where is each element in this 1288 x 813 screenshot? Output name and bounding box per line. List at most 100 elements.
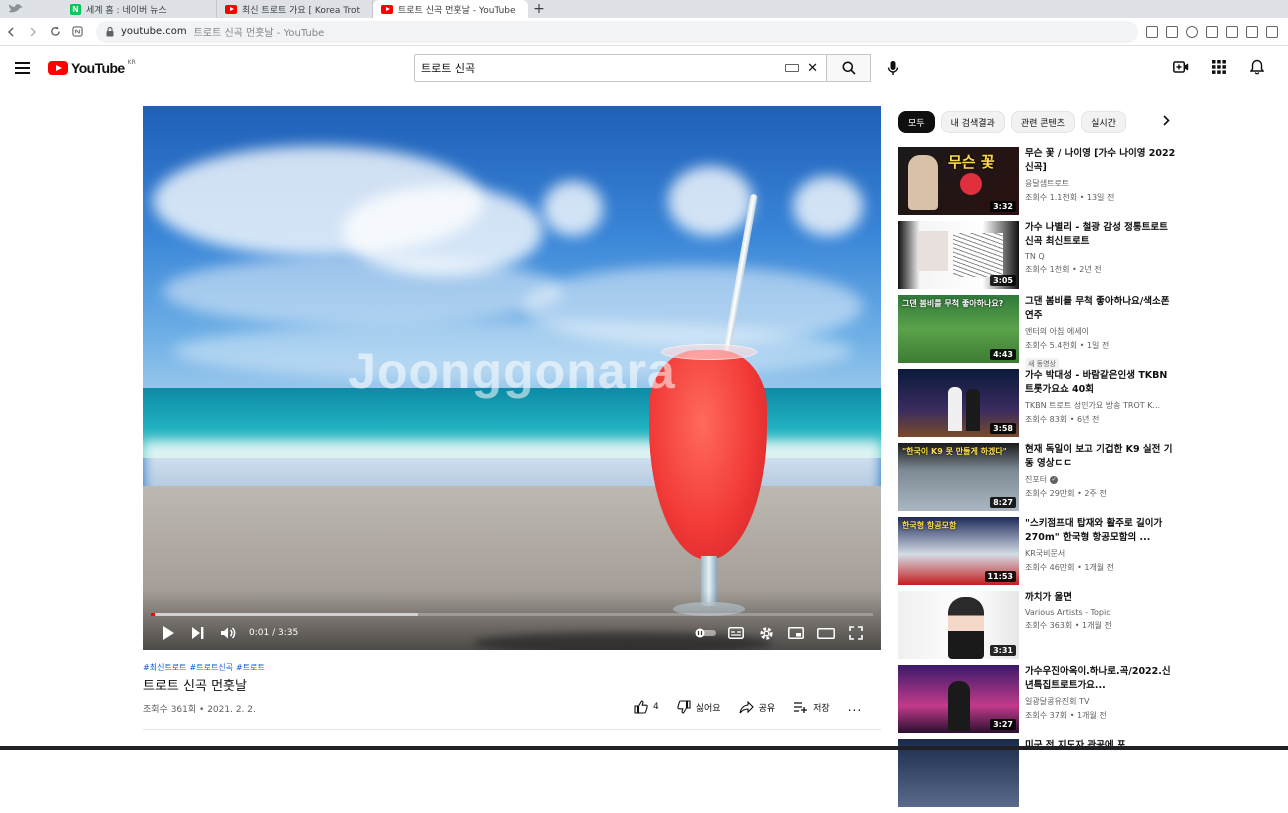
recommendation-item[interactable]: 한국형 항공모함 11:53 "스키점프대 탑재와 활주로 길이가 270m" …: [898, 517, 1178, 591]
create-video-button[interactable]: [1172, 58, 1190, 76]
recommendation-stats: 조회수 83회 • 6년 전: [1025, 415, 1100, 424]
video-thumbnail[interactable]: 한국형 항공모함 11:53: [898, 517, 1019, 585]
dislike-label: 싫어요: [695, 703, 721, 714]
next-button[interactable]: [183, 618, 213, 648]
video-title: 트로트 신곡 먼훗날: [143, 679, 247, 694]
recommendation-channel[interactable]: 진포터 ✓: [1025, 474, 1178, 485]
recommendation-title[interactable]: 현재 독일이 보고 기겁한 K9 실전 기동 영상ㄷㄷ: [1025, 443, 1178, 471]
search-input[interactable]: [421, 61, 786, 75]
browser-tab-bar: N 세계 홈 : 네이버 뉴스 최신 트로트 가요 [ Korea Trot 트…: [0, 0, 1288, 18]
video-thumbnail[interactable]: 그댄 봄비를 무척 좋아하나요? 4:43: [898, 295, 1019, 363]
recommendation-item[interactable]: 그댄 봄비를 무척 좋아하나요? 4:43 그댄 봄비를 무척 좋아하나요/색소…: [898, 295, 1178, 369]
recommendation-item[interactable]: 3:58 가수 박대성 - 바람같은인생 TKBN 트롯가요쇼 40회 TKBN…: [898, 369, 1178, 443]
extensions-icon[interactable]: [1206, 25, 1218, 38]
recommendation-title[interactable]: 무슨 꽃 / 나이영 [가수 나이영 2022 신곡]: [1025, 147, 1178, 175]
recommendation-channel[interactable]: KR국비문서: [1025, 548, 1178, 559]
download-icon[interactable]: [1246, 25, 1258, 38]
bell-icon: [1250, 59, 1264, 75]
browser-tab-korea-trot[interactable]: 최신 트로트 가요 [ Korea Trot: [217, 0, 373, 18]
settings-button[interactable]: [751, 618, 781, 648]
video-player[interactable]: Joonggonara 0:01 / 3:35: [143, 106, 881, 650]
like-button[interactable]: 4: [634, 700, 659, 714]
fullscreen-button[interactable]: [841, 618, 871, 648]
video-frame: Joonggonara: [143, 106, 881, 650]
recommendation-item[interactable]: 미군 전 지도자 관공에 포: [898, 739, 1178, 813]
verified-check-icon: ✓: [1050, 475, 1059, 484]
save-button[interactable]: 저장: [793, 701, 830, 714]
bookmark-star-icon[interactable]: [1186, 25, 1198, 38]
clear-search-icon[interactable]: ✕: [807, 61, 818, 76]
youtube-logo[interactable]: YouTube KR: [48, 59, 136, 76]
recommendation-title[interactable]: 가수 박대성 - 바람같은인생 TKBN 트롯가요쇼 40회: [1025, 369, 1178, 397]
theater-mode-button[interactable]: [811, 618, 841, 648]
volume-button[interactable]: [213, 618, 243, 648]
duration-badge: 3:31: [990, 645, 1016, 656]
back-button[interactable]: [0, 21, 22, 43]
recommendation-item[interactable]: 3:27 가수우진아옥이.하나로.곡/2022.신년특집트로트가요... 일광달…: [898, 665, 1178, 739]
recommendation-channel[interactable]: Various Artists - Topic: [1025, 608, 1178, 617]
recommendation-channel[interactable]: 앤터의 아침 에세이: [1025, 326, 1178, 337]
chip-my-search-results[interactable]: 내 검색결과: [940, 111, 1005, 133]
browser-tab-active[interactable]: 트로트 신곡 먼훗날 - YouTube: [373, 0, 528, 18]
bird-icon: [9, 4, 23, 13]
chip-live[interactable]: 실시간: [1081, 111, 1126, 133]
view-count-date: 조회수 361회 • 2021. 2. 2.: [143, 705, 256, 715]
play-button[interactable]: [153, 618, 183, 648]
recommendation-title[interactable]: 까치가 울면: [1025, 591, 1178, 605]
recommendation-channel[interactable]: 응달샘트로트: [1025, 178, 1178, 189]
naver-whale-button[interactable]: [66, 21, 88, 43]
recommendation-channel[interactable]: TN Q: [1025, 252, 1178, 261]
dislike-button[interactable]: 싫어요: [677, 700, 721, 714]
chips-next-button[interactable]: [1162, 114, 1170, 130]
chip-related[interactable]: 관련 콘텐츠: [1010, 111, 1076, 133]
autoplay-toggle[interactable]: [691, 618, 721, 648]
video-thumbnail[interactable]: 무슨 꽃 3:32: [898, 147, 1019, 215]
video-thumbnail[interactable]: 3:05: [898, 221, 1019, 289]
recommendation-channel[interactable]: 일광달콩유진회 TV: [1025, 696, 1178, 707]
skip-next-icon: [192, 627, 204, 639]
new-video-badge: 새 동영상: [1025, 358, 1059, 369]
duration-badge: 11:53: [984, 571, 1016, 582]
microphone-icon: [887, 61, 899, 75]
video-thumbnail[interactable]: 3:58: [898, 369, 1019, 437]
recommendation-stats: 조회수 29만회 • 2주 전: [1025, 489, 1107, 498]
share-page-icon[interactable]: [1226, 25, 1238, 38]
more-actions-button[interactable]: ...: [848, 700, 862, 714]
hashtag-link[interactable]: #트로트신곡: [190, 662, 234, 673]
recommendation-title[interactable]: "스키점프대 탑재와 활주로 길이가 270m" 한국형 항공모함의 ...: [1025, 517, 1178, 545]
miniplayer-button[interactable]: [781, 618, 811, 648]
hashtag-link[interactable]: #최신트로트: [143, 662, 187, 673]
apps-button[interactable]: [1210, 58, 1228, 76]
keyboard-icon[interactable]: [785, 64, 800, 72]
share-button[interactable]: 공유: [739, 700, 775, 714]
recommendation-channel[interactable]: TKBN 트로트 성인가요 방송 TROT K...: [1025, 400, 1178, 411]
youtube-logo-text: YouTube: [71, 60, 125, 76]
recommendation-title[interactable]: 그댄 봄비를 무척 좋아하나요/색소폰연주: [1025, 295, 1178, 323]
new-tab-button[interactable]: +: [528, 0, 550, 18]
recommendation-title[interactable]: 가수우진아옥이.하나로.곡/2022.신년특집트로트가요...: [1025, 665, 1178, 693]
translate-icon[interactable]: [1166, 25, 1178, 38]
browser-menu-icon[interactable]: [1266, 25, 1278, 38]
tab-capture-icon[interactable]: [1146, 25, 1158, 38]
hashtag-link[interactable]: #트로트: [236, 662, 265, 673]
voice-search-button[interactable]: [881, 56, 905, 80]
share-arrow-icon: [739, 700, 754, 713]
browser-tab-naver[interactable]: N 세계 홈 : 네이버 뉴스: [62, 0, 217, 18]
reload-button[interactable]: [44, 21, 66, 43]
subtitles-button[interactable]: [721, 618, 751, 648]
recommendation-item[interactable]: "한국이 K9 못 만들게 하겠다" 8:27 현재 독일이 보고 기겁한 K9…: [898, 443, 1178, 517]
video-thumbnail[interactable]: 3:27: [898, 665, 1019, 733]
notifications-button[interactable]: [1248, 58, 1266, 76]
guide-menu-icon[interactable]: [15, 62, 30, 74]
recommendation-title[interactable]: 가수 나별리 - 철광 감성 정통트로트 신곡 최신트로트: [1025, 221, 1178, 249]
recommendation-stats: 조회수 363회 • 1개월 전: [1025, 621, 1112, 630]
recommendation-item[interactable]: 3:05 가수 나별리 - 철광 감성 정통트로트 신곡 최신트로트 TN Q …: [898, 221, 1178, 295]
video-thumbnail[interactable]: 3:31: [898, 591, 1019, 659]
omnibox[interactable]: youtube.com 트로트 신곡 먼훗날 - YouTube: [96, 20, 1138, 43]
forward-button[interactable]: [22, 21, 44, 43]
recommendation-item[interactable]: 3:31 까치가 울면 Various Artists - Topic 조회수 …: [898, 591, 1178, 665]
search-button[interactable]: [827, 54, 871, 82]
video-thumbnail[interactable]: "한국이 K9 못 만들게 하겠다" 8:27: [898, 443, 1019, 511]
chip-all[interactable]: 모두: [898, 111, 935, 133]
recommendation-item[interactable]: 무슨 꽃 3:32 무슨 꽃 / 나이영 [가수 나이영 2022 신곡] 응달…: [898, 147, 1178, 221]
